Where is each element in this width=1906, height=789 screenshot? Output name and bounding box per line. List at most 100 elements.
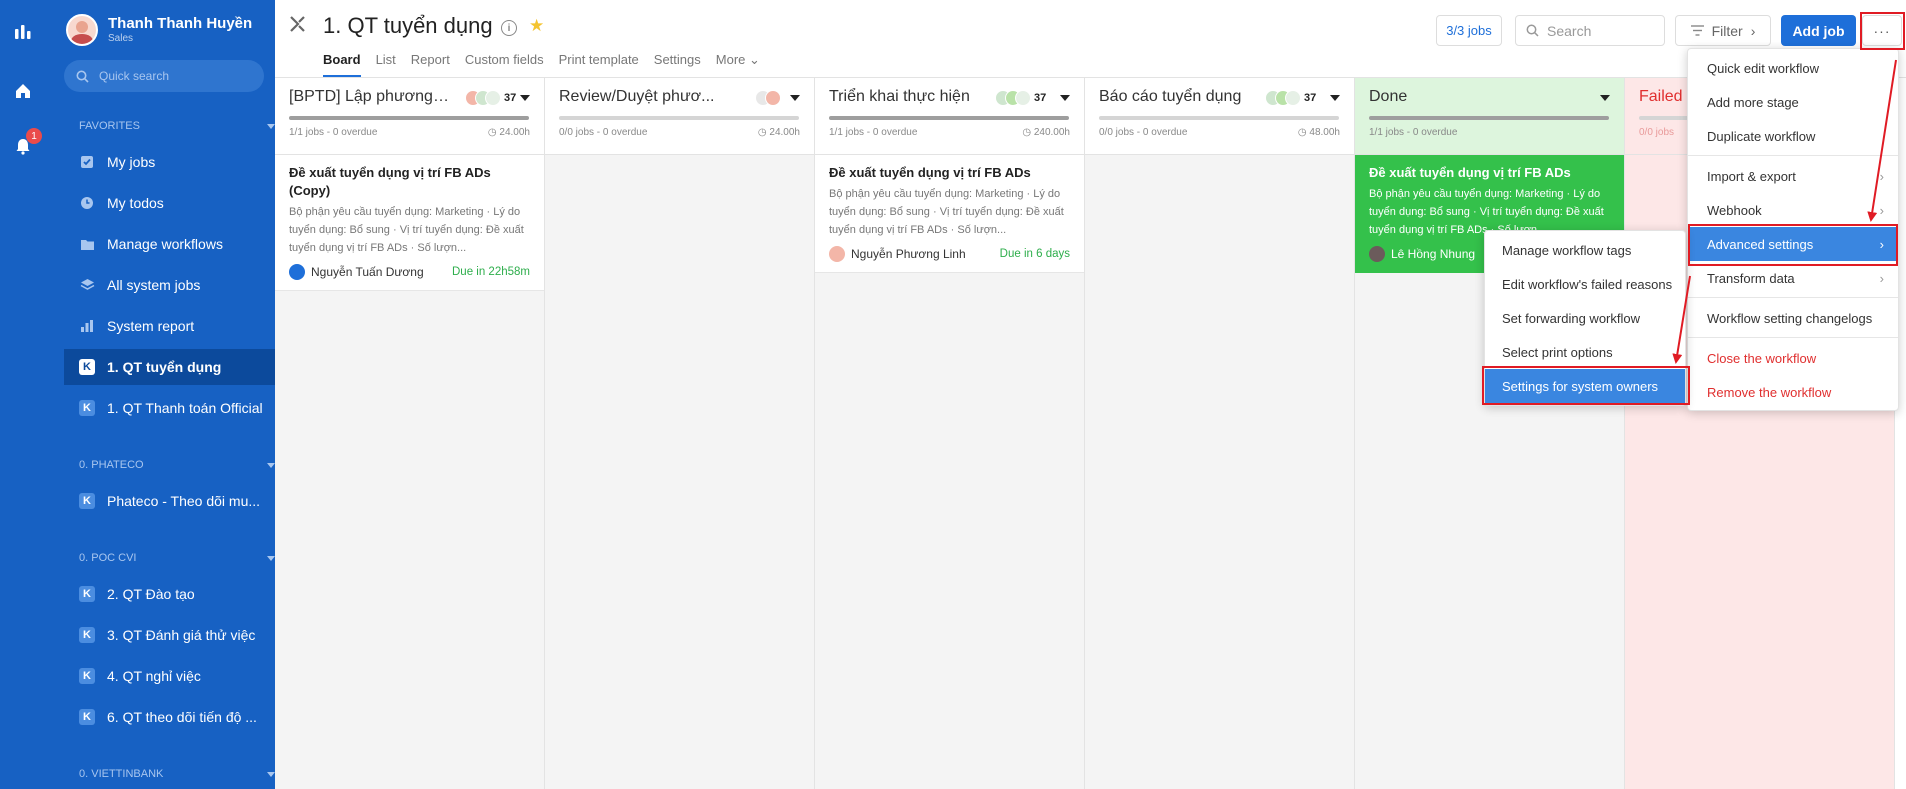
due-label: Due in 6 days bbox=[999, 248, 1070, 260]
tab-print-template[interactable]: Print template bbox=[559, 52, 639, 77]
sidebar-item-qt-thanh-toan[interactable]: K 1. QT Thanh toán Official bbox=[64, 390, 275, 426]
section-phateco[interactable]: 0. PHATECO bbox=[79, 459, 275, 471]
chevron-down-icon: ⌄ bbox=[749, 52, 760, 67]
tab-list[interactable]: List bbox=[376, 52, 396, 77]
tab-more[interactable]: More ⌄ bbox=[716, 52, 760, 77]
stage-column: [BPTD] Lập phương ... 37 1/1 jobs - 0 ov… bbox=[275, 78, 545, 789]
search-icon bbox=[76, 70, 89, 83]
stage-header[interactable]: Triển khai thực hiện 37 1/1 jobs - 0 ove… bbox=[815, 78, 1084, 155]
page-header: 1. QT tuyển dụng i ★ Board List Report C… bbox=[275, 0, 1906, 78]
layers-icon bbox=[79, 277, 95, 293]
clock-icon: ◷ bbox=[487, 127, 497, 138]
star-icon[interactable]: ★ bbox=[529, 16, 544, 36]
section-viettinbank[interactable]: 0. VIETTINBANK bbox=[79, 768, 275, 780]
clock-icon bbox=[79, 195, 95, 211]
stage-menu-icon[interactable] bbox=[520, 95, 530, 101]
quick-search-input[interactable]: Quick search bbox=[64, 60, 264, 92]
kanban-board: [BPTD] Lập phương ... 37 1/1 jobs - 0 ov… bbox=[275, 78, 1906, 789]
sidebar-item-my-jobs[interactable]: My jobs bbox=[64, 144, 275, 180]
stage-menu-icon[interactable] bbox=[1330, 95, 1340, 101]
search-input[interactable]: Search bbox=[1515, 15, 1665, 46]
home-icon[interactable] bbox=[13, 81, 33, 101]
stage-menu-icon[interactable] bbox=[1060, 95, 1070, 101]
stage-menu-icon[interactable] bbox=[790, 95, 800, 101]
menu-item-failed-reasons[interactable]: Edit workflow's failed reasons bbox=[1485, 267, 1685, 301]
job-card[interactable]: Đề xuất tuyển dụng vị trí FB ADs Bộ phận… bbox=[815, 155, 1084, 273]
sidebar-item-qt-tuyen-dung[interactable]: K 1. QT tuyển dụng bbox=[64, 349, 275, 385]
stage-menu-icon[interactable] bbox=[1600, 95, 1610, 101]
workflow-icon: K bbox=[79, 627, 95, 643]
menu-divider bbox=[1688, 337, 1898, 338]
notification-badge: 1 bbox=[26, 128, 42, 144]
menu-item-manage-tags[interactable]: Manage workflow tags bbox=[1485, 233, 1685, 267]
user-role: Sales bbox=[108, 33, 134, 44]
folder-icon bbox=[79, 236, 95, 252]
app-logo-icon[interactable] bbox=[13, 22, 33, 42]
stage-header[interactable]: Done 1/1 jobs - 0 overdue bbox=[1355, 78, 1624, 155]
menu-item-remove-workflow[interactable]: Remove the workflow bbox=[1688, 375, 1898, 409]
sidebar-item-my-todos[interactable]: My todos bbox=[64, 185, 275, 221]
stage-header[interactable]: Review/Duyệt phươ... 0/0 jobs - 0 overdu… bbox=[545, 78, 814, 155]
menu-item-webhook[interactable]: Webhook › bbox=[1688, 193, 1898, 227]
stage-header[interactable]: Báo cáo tuyển dụng 37 0/0 jobs - 0 overd… bbox=[1085, 78, 1354, 155]
stage-column: Triển khai thực hiện 37 1/1 jobs - 0 ove… bbox=[815, 78, 1085, 789]
tab-custom-fields[interactable]: Custom fields bbox=[465, 52, 544, 77]
workflow-icon: K bbox=[79, 586, 95, 602]
menu-item-duplicate[interactable]: Duplicate workflow bbox=[1688, 119, 1898, 153]
chevron-right-icon: › bbox=[1750, 22, 1756, 39]
menu-item-changelogs[interactable]: Workflow setting changelogs bbox=[1688, 301, 1898, 335]
icon-rail: 1 bbox=[0, 0, 46, 789]
assignee: Nguyễn Phương Linh bbox=[829, 246, 966, 262]
stage-progress-bar bbox=[559, 116, 799, 120]
sidebar-item-all-system-jobs[interactable]: All system jobs bbox=[64, 267, 275, 303]
sidebar-item-qt-nghi-viec[interactable]: K 4. QT nghỉ việc bbox=[64, 658, 275, 694]
checkbox-icon bbox=[79, 154, 95, 170]
menu-item-quick-edit[interactable]: Quick edit workflow bbox=[1688, 51, 1898, 85]
stage-name: Triển khai thực hiện bbox=[829, 88, 970, 105]
add-job-button[interactable]: Add job bbox=[1781, 15, 1856, 46]
menu-divider bbox=[1688, 155, 1898, 156]
menu-item-forwarding[interactable]: Set forwarding workflow bbox=[1485, 301, 1685, 335]
chevron-right-icon: › bbox=[1879, 270, 1884, 286]
view-tabs: Board List Report Custom fields Print te… bbox=[323, 52, 775, 77]
clock-icon: ◷ bbox=[1297, 127, 1307, 138]
stage-header[interactable]: [BPTD] Lập phương ... 37 1/1 jobs - 0 ov… bbox=[275, 78, 544, 155]
sidebar-item-qt-theo-doi[interactable]: K 6. QT theo dõi tiến độ ... bbox=[64, 699, 275, 735]
assignee-avatars bbox=[755, 90, 781, 106]
stage-duration: ◷ 240.00h bbox=[1022, 127, 1070, 138]
annotation-box-more bbox=[1860, 12, 1905, 50]
menu-item-import-export[interactable]: Import & export › bbox=[1688, 159, 1898, 193]
search-icon bbox=[1526, 24, 1539, 37]
caret-down-icon bbox=[267, 463, 275, 468]
stage-name: [BPTD] Lập phương ... bbox=[289, 88, 449, 105]
stage-duration: ◷ 24.00h bbox=[757, 127, 800, 138]
sidebar-item-qt-dao-tao[interactable]: K 2. QT Đào tạo bbox=[64, 576, 275, 612]
chevron-right-icon: › bbox=[1879, 168, 1884, 184]
due-label: Due in 22h58m bbox=[452, 266, 530, 278]
job-title: Đề xuất tuyển dụng vị trí FB ADs bbox=[1369, 165, 1571, 180]
menu-item-transform-data[interactable]: Transform data › bbox=[1688, 261, 1898, 295]
sidebar-item-qt-danh-gia[interactable]: K 3. QT Đánh giá thử việc bbox=[64, 617, 275, 653]
sidebar-item-phateco[interactable]: K Phateco - Theo dõi mu... bbox=[64, 483, 275, 519]
sidebar-item-system-report[interactable]: System report bbox=[64, 308, 275, 344]
sidebar-item-manage-workflows[interactable]: Manage workflows bbox=[64, 226, 275, 262]
menu-item-close-workflow[interactable]: Close the workflow bbox=[1688, 341, 1898, 375]
info-icon[interactable]: i bbox=[501, 20, 517, 36]
user-profile[interactable]: Thanh Thanh Huyền Sales bbox=[66, 14, 252, 46]
menu-item-add-stage[interactable]: Add more stage bbox=[1688, 85, 1898, 119]
job-card[interactable]: Đề xuất tuyển dụng vị trí FB ADs (Copy) … bbox=[275, 155, 544, 291]
jobs-count-button[interactable]: 3/3 jobs bbox=[1436, 15, 1502, 46]
tab-board[interactable]: Board bbox=[323, 52, 361, 77]
tab-report[interactable]: Report bbox=[411, 52, 450, 77]
caret-down-icon bbox=[267, 556, 275, 561]
stage-progress-bar bbox=[1369, 116, 1609, 120]
stage-column: Báo cáo tuyển dụng 37 0/0 jobs - 0 overd… bbox=[1085, 78, 1355, 789]
menu-item-print-options[interactable]: Select print options bbox=[1485, 335, 1685, 369]
assignee-avatar bbox=[1369, 246, 1385, 262]
section-favorites[interactable]: FAVORITES bbox=[79, 120, 275, 132]
tab-settings[interactable]: Settings bbox=[654, 52, 701, 77]
stage-meta: 0/0 jobs - 0 overdue bbox=[1099, 127, 1188, 138]
section-poc-cvi[interactable]: 0. POC CVI bbox=[79, 552, 275, 564]
filter-button[interactable]: Filter › bbox=[1675, 15, 1771, 46]
stage-duration: ◷ 24.00h bbox=[487, 127, 530, 138]
